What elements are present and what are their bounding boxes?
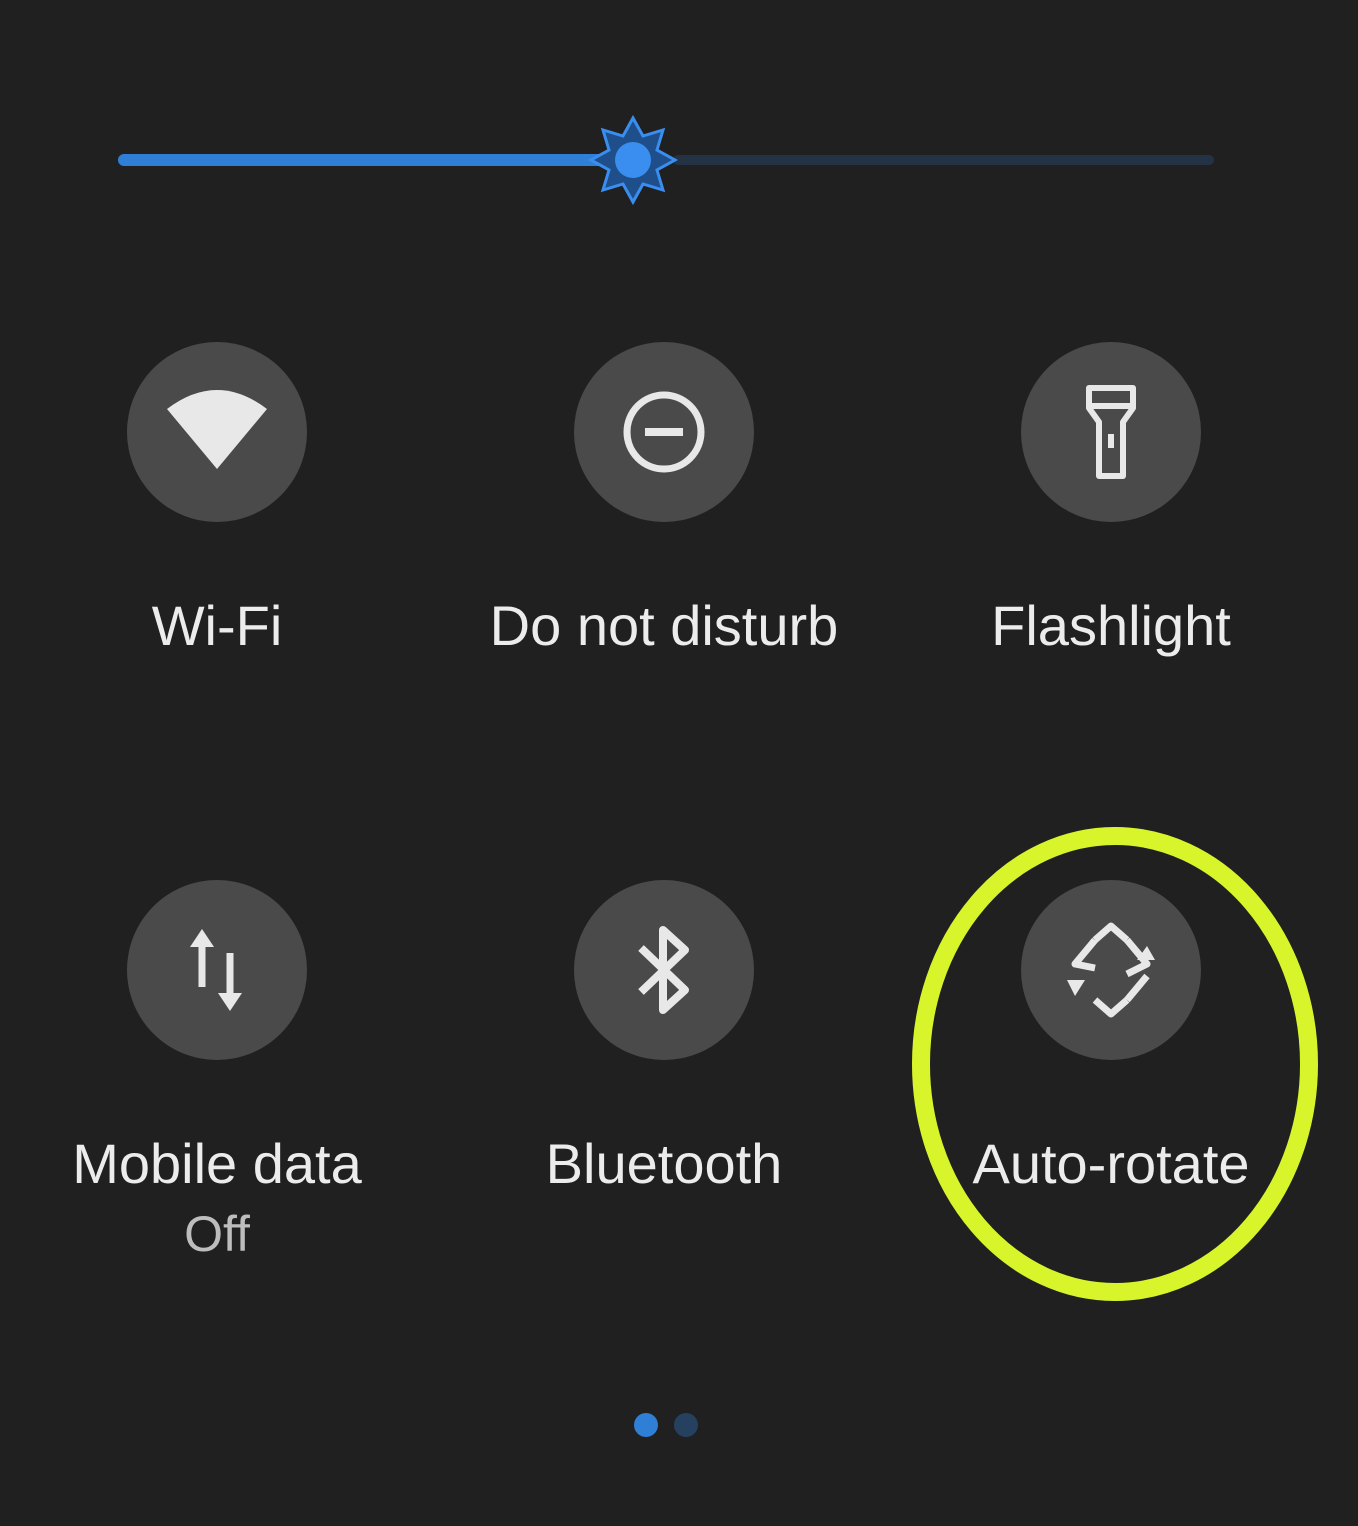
tile-do-not-disturb[interactable]: Do not disturb (464, 342, 864, 658)
wifi-icon (167, 390, 267, 469)
tile-label: Auto-rotate (972, 1132, 1250, 1195)
wifi-button[interactable] (127, 342, 307, 522)
tile-status: Off (184, 1206, 250, 1262)
mobile-data-button[interactable] (127, 880, 307, 1060)
flashlight-button[interactable] (1021, 342, 1201, 522)
page-dot[interactable] (674, 1413, 698, 1437)
tile-mobile-data[interactable]: Mobile data Off (17, 880, 417, 1264)
do-not-disturb-icon (623, 391, 705, 473)
page-dot[interactable] (634, 1413, 658, 1437)
tile-label: Do not disturb (489, 594, 839, 657)
tile-flashlight[interactable]: Flashlight (911, 342, 1311, 658)
bluetooth-button[interactable] (574, 880, 754, 1060)
brightness-slider[interactable] (118, 114, 1214, 206)
do-not-disturb-button[interactable] (574, 342, 754, 522)
bluetooth-icon (638, 926, 689, 1014)
quick-settings-panel: Wi-Fi Do not disturb Flashlight Mobile d… (0, 0, 1358, 1526)
brightness-icon[interactable] (587, 114, 679, 206)
brightness-track-empty (673, 155, 1214, 165)
tile-auto-rotate[interactable]: Auto-rotate (911, 880, 1311, 1196)
tile-label: Flashlight (991, 594, 1231, 657)
page-indicator (634, 1413, 698, 1437)
tile-label: Mobile data (72, 1132, 362, 1195)
tile-wifi[interactable]: Wi-Fi (17, 342, 417, 658)
auto-rotate-button[interactable] (1021, 880, 1201, 1060)
flashlight-icon (1086, 385, 1136, 479)
tile-label: Wi-Fi (151, 594, 283, 657)
tile-bluetooth[interactable]: Bluetooth (464, 880, 864, 1196)
tile-label: Bluetooth (545, 1132, 783, 1195)
auto-rotate-icon (1067, 922, 1155, 1018)
brightness-track-filled (118, 154, 633, 166)
mobile-data-icon (190, 929, 242, 1011)
